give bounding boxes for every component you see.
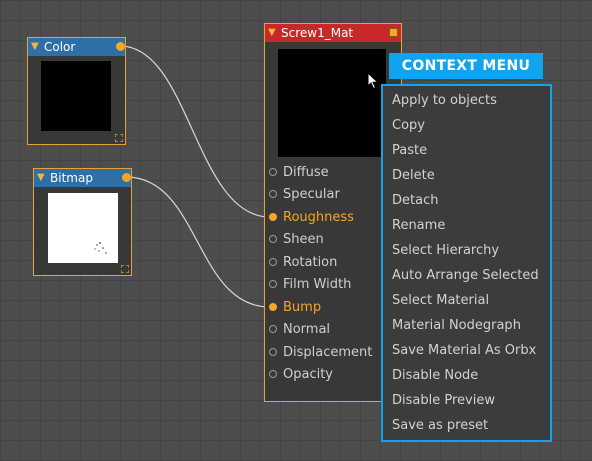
pin-dot-icon[interactable] <box>269 370 277 378</box>
pin-diffuse[interactable]: Diffuse <box>267 163 380 183</box>
collapse-triangle-icon[interactable]: ▼ <box>37 169 45 187</box>
pin-dot-icon[interactable] <box>269 235 277 243</box>
menu-item-save-as-preset[interactable]: Save as preset <box>392 415 488 437</box>
pin-film-width[interactable]: Film Width <box>267 275 380 295</box>
pin-dot-icon[interactable] <box>269 348 277 356</box>
pin-roughness[interactable]: Roughness <box>267 208 380 228</box>
bitmap-node-header[interactable]: ▼ Bitmap <box>34 169 131 187</box>
material-node-header[interactable]: ▼ Screw1_Mat <box>265 24 401 42</box>
color-node[interactable]: ▼ Color <box>27 37 126 145</box>
pin-specular[interactable]: Specular <box>267 185 380 205</box>
pin-dot-icon[interactable] <box>269 190 277 198</box>
pin-dot-icon[interactable] <box>269 213 277 221</box>
pin-sheen[interactable]: Sheen <box>267 230 380 250</box>
wire-bitmap-to-bump <box>125 176 271 308</box>
menu-item-rename[interactable]: Rename <box>392 215 445 237</box>
mouse-pointer-icon <box>367 72 379 90</box>
bitmap-node-title: Bitmap <box>50 171 93 185</box>
resize-grip-icon[interactable] <box>121 265 129 273</box>
color-preview <box>41 61 111 131</box>
pin-label: Opacity <box>283 367 334 382</box>
collapse-triangle-icon[interactable]: ▼ <box>268 24 276 42</box>
pin-label: Bump <box>283 300 322 315</box>
menu-item-paste[interactable]: Paste <box>392 140 427 162</box>
menu-item-disable-preview[interactable]: Disable Preview <box>392 390 495 412</box>
resize-grip-icon[interactable] <box>115 134 123 142</box>
pin-dot-icon[interactable] <box>269 325 277 333</box>
pin-dot-icon[interactable] <box>269 280 277 288</box>
bitmap-output-dot-icon[interactable] <box>122 173 131 182</box>
menu-item-auto-arrange-selected[interactable]: Auto Arrange Selected <box>392 265 539 287</box>
menu-item-detach[interactable]: Detach <box>392 190 438 212</box>
context-menu: Apply to objects Copy Paste Delete Detac… <box>381 84 552 442</box>
color-node-title: Color <box>44 40 76 54</box>
menu-item-material-nodegraph[interactable]: Material Nodegraph <box>392 315 521 337</box>
menu-item-save-material-as-orbx[interactable]: Save Material As Orbx <box>392 340 536 362</box>
bitmap-node[interactable]: ▼ Bitmap <box>33 168 132 276</box>
color-output-dot-icon[interactable] <box>116 42 125 51</box>
menu-item-apply-to-objects[interactable]: Apply to objects <box>392 90 497 112</box>
pin-dot-icon[interactable] <box>269 168 277 176</box>
collapse-triangle-icon[interactable]: ▼ <box>31 38 39 56</box>
pin-label: Roughness <box>283 210 354 225</box>
wire-color-to-roughness <box>119 45 271 218</box>
pin-bump[interactable]: Bump <box>267 298 380 318</box>
pin-label: Specular <box>283 187 340 202</box>
bitmap-preview <box>48 193 118 263</box>
pin-rotation[interactable]: Rotation <box>267 253 380 273</box>
material-node-title: Screw1_Mat <box>281 26 354 40</box>
pin-label: Film Width <box>283 277 352 292</box>
pin-label: Displacement <box>283 345 373 360</box>
material-preview <box>278 49 386 157</box>
menu-item-select-hierarchy[interactable]: Select Hierarchy <box>392 240 499 262</box>
pin-dot-icon[interactable] <box>269 303 277 311</box>
menu-item-delete[interactable]: Delete <box>392 165 435 187</box>
pin-displacement[interactable]: Displacement <box>267 343 380 363</box>
color-node-header[interactable]: ▼ Color <box>28 38 125 56</box>
pin-label: Normal <box>283 322 331 337</box>
pin-opacity[interactable]: Opacity <box>267 365 380 385</box>
pin-label: Sheen <box>283 232 324 247</box>
menu-item-disable-node[interactable]: Disable Node <box>392 365 478 387</box>
menu-item-copy[interactable]: Copy <box>392 115 425 137</box>
pin-dot-icon[interactable] <box>269 258 277 266</box>
pin-label: Rotation <box>283 255 338 270</box>
context-menu-title: CONTEXT MENU <box>389 53 543 79</box>
menu-item-select-material[interactable]: Select Material <box>392 290 489 312</box>
pin-normal[interactable]: Normal <box>267 320 380 340</box>
material-header-square-icon[interactable] <box>389 28 398 37</box>
pin-label: Diffuse <box>283 165 329 180</box>
